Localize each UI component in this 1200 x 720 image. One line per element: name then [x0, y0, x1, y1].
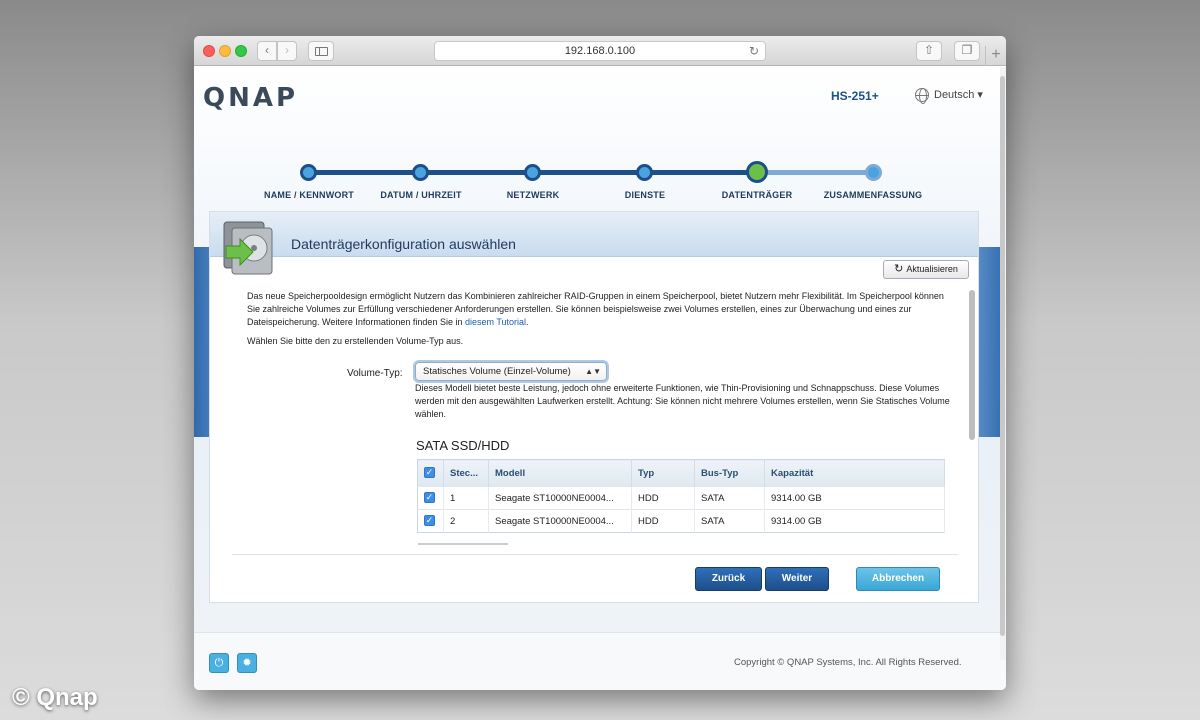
step-dot-services	[636, 164, 653, 181]
intro-paragraph: Das neue Speicherpooldesign ermöglicht N…	[247, 290, 947, 328]
next-button[interactable]: Weiter	[765, 567, 829, 591]
watermark: © Qnap	[12, 684, 98, 711]
browser-titlebar: ‹ › 192.168.0.100 ↻ ⇧ ❐ +	[194, 36, 1006, 66]
panel-header: Datenträgerkonfiguration auswählen	[210, 212, 978, 275]
language-label: Deutsch ▾	[934, 89, 983, 101]
step-label-summary: ZUSAMMENFASSUNG	[823, 190, 923, 200]
tutorial-link[interactable]: diesem Tutorial	[465, 317, 526, 327]
disk-table: ✓ Stec... Modell Typ Bus-Typ Kapazität ✓…	[417, 459, 945, 533]
type-cell: HDD	[631, 509, 695, 533]
checkbox-icon[interactable]: ✓	[424, 492, 435, 504]
table-scrollbar[interactable]	[418, 543, 508, 545]
panel-divider	[232, 554, 958, 555]
refresh-button[interactable]: ↻ Aktualisieren	[883, 260, 969, 279]
step-dot-date	[412, 164, 429, 181]
checkbox-icon[interactable]: ✓	[424, 515, 435, 527]
maximize-window-button[interactable]	[235, 45, 247, 57]
column-header-bus[interactable]: Bus-Typ	[694, 459, 765, 487]
disk-icon	[223, 221, 273, 275]
table-row[interactable]: ✓ 2 Seagate ST10000NE0004... HDD SATA 93…	[417, 509, 945, 533]
type-cell: HDD	[631, 486, 695, 510]
forward-arrow-icon[interactable]: ›	[277, 41, 297, 61]
refresh-icon: ↻	[894, 263, 904, 275]
share-icon[interactable]: ⇧	[916, 41, 942, 61]
disk-config-panel: Datenträgerkonfiguration auswählen ↻ Aktu…	[209, 211, 979, 603]
model-cell: Seagate ST10000NE0004...	[488, 486, 632, 510]
intro-text: Das neue Speicherpooldesign ermöglicht N…	[247, 291, 944, 327]
refresh-label: Aktualisieren	[906, 264, 958, 274]
qnap-setup-page: QNAP HS-251+ Deutsch ▾ NAME / KENNWORT D…	[194, 67, 1006, 690]
new-tab-button[interactable]: +	[985, 46, 1006, 66]
url-bar[interactable]: 192.168.0.100 ↻	[434, 41, 766, 61]
copyright-text: Copyright © QNAP Systems, Inc. All Right…	[734, 657, 962, 668]
table-header-row: ✓ Stec... Modell Typ Bus-Typ Kapazität	[417, 459, 945, 487]
intro-content: Das neue Speicherpooldesign ermöglicht N…	[247, 290, 947, 348]
row-checkbox-cell[interactable]: ✓	[417, 509, 444, 533]
volume-type-label: Volume-Typ:	[347, 368, 403, 379]
cancel-button[interactable]: Abbrechen	[856, 567, 940, 591]
bus-cell: SATA	[694, 509, 765, 533]
slot-cell: 2	[443, 509, 489, 533]
step-dot-network	[524, 164, 541, 181]
capacity-cell: 9314.00 GB	[764, 486, 945, 510]
step-dot-name	[300, 164, 317, 181]
volume-type-value: Statisches Volume (Einzel-Volume)	[423, 366, 571, 377]
page-footer: ⏻ ✹ Copyright © QNAP Systems, Inc. All R…	[194, 632, 1006, 690]
slot-cell: 1	[443, 486, 489, 510]
table-row[interactable]: ✓ 1 Seagate ST10000NE0004... HDD SATA 93…	[417, 486, 945, 510]
browser-window: ‹ › 192.168.0.100 ↻ ⇧ ❐ + QNAP HS-251+ D…	[194, 36, 1006, 690]
volume-type-description: Dieses Modell bietet beste Leistung, jed…	[415, 383, 950, 419]
device-model: HS-251+	[831, 89, 879, 103]
intro-end: .	[526, 316, 529, 327]
minimize-window-button[interactable]	[219, 45, 231, 57]
step-dot-summary	[865, 164, 882, 181]
close-window-button[interactable]	[203, 45, 215, 57]
qnap-logo: QNAP	[203, 83, 299, 113]
globe-icon	[915, 88, 929, 105]
setup-stepper: NAME / KENNWORT DATUM / UHRZEIT NETZWERK…	[194, 161, 1006, 202]
select-arrows-icon: ▲▼	[585, 367, 601, 376]
column-header-model[interactable]: Modell	[488, 459, 632, 487]
tabs-icon[interactable]: ❐	[954, 41, 980, 61]
select-all-header[interactable]: ✓	[417, 459, 444, 487]
section-title: SATA SSD/HDD	[416, 438, 510, 453]
language-selector[interactable]: Deutsch ▾	[915, 88, 983, 105]
checkbox-icon[interactable]: ✓	[424, 467, 435, 479]
panel-scrollbar[interactable]	[969, 290, 975, 440]
capacity-cell: 9314.00 GB	[764, 509, 945, 533]
back-arrow-icon[interactable]: ‹	[257, 41, 277, 61]
panel-title: Datenträgerkonfiguration auswählen	[291, 236, 516, 252]
column-header-capacity[interactable]: Kapazität	[764, 459, 945, 487]
model-cell: Seagate ST10000NE0004...	[488, 509, 632, 533]
sidebar-icon[interactable]	[308, 41, 334, 61]
stepper-remaining-line	[758, 170, 874, 175]
volume-type-prompt: Wählen Sie bitte den zu erstellenden Vol…	[247, 336, 464, 347]
row-checkbox-cell[interactable]: ✓	[417, 486, 444, 510]
column-header-slot[interactable]: Stec...	[443, 459, 489, 487]
url-text: 192.168.0.100	[564, 45, 636, 57]
volume-type-select[interactable]: Statisches Volume (Einzel-Volume) ▲▼	[415, 362, 607, 381]
step-dot-storage	[746, 161, 768, 183]
window-scrollbar[interactable]	[1000, 76, 1005, 636]
column-header-type[interactable]: Typ	[631, 459, 695, 487]
reload-icon[interactable]: ↻	[749, 42, 759, 60]
back-button[interactable]: Zurück	[695, 567, 762, 591]
settings-icon[interactable]: ✹	[237, 653, 257, 673]
bus-cell: SATA	[694, 486, 765, 510]
power-icon[interactable]: ⏻	[209, 653, 229, 673]
